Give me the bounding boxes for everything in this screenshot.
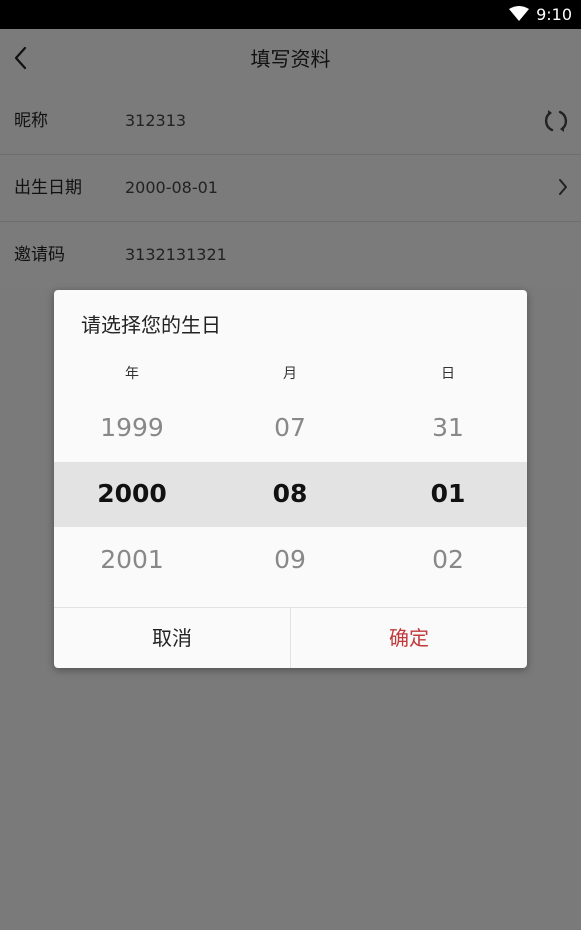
- invite-code-row[interactable]: 邀请码 3132131321: [0, 222, 581, 289]
- birthdate-label: 出生日期: [14, 178, 82, 198]
- profile-form: 昵称 312313 出生日期 2000-08-01 邀请码 3132131321: [0, 88, 581, 289]
- chevron-right-icon: [559, 179, 567, 195]
- status-bar: 9:10: [0, 0, 581, 29]
- day-option-next[interactable]: 02: [388, 545, 508, 575]
- birthdate-row[interactable]: 出生日期 2000-08-01: [0, 155, 581, 222]
- confirm-button[interactable]: 确定: [291, 608, 527, 668]
- wifi-icon: [509, 6, 529, 21]
- nickname-row[interactable]: 昵称 312313: [0, 88, 581, 155]
- month-option-selected[interactable]: 08: [230, 479, 350, 509]
- cancel-button[interactable]: 取消: [54, 608, 290, 668]
- day-column-header: 日: [441, 366, 455, 382]
- year-option-selected[interactable]: 2000: [72, 479, 192, 509]
- app-bar: 填写资料: [0, 29, 581, 88]
- month-column-header: 月: [283, 366, 297, 382]
- page-title: 填写资料: [250, 47, 331, 71]
- month-option-next[interactable]: 09: [230, 545, 350, 575]
- nickname-label: 昵称: [14, 111, 48, 131]
- month-option-prev[interactable]: 07: [230, 413, 350, 443]
- day-option-selected[interactable]: 01: [388, 479, 508, 509]
- birthdate-value: 2000-08-01: [125, 178, 218, 197]
- year-column-header: 年: [125, 366, 139, 382]
- year-option-next[interactable]: 2001: [72, 545, 192, 575]
- refresh-icon[interactable]: [543, 108, 569, 134]
- invite-code-label: 邀请码: [14, 245, 65, 265]
- status-time: 9:10: [536, 5, 572, 24]
- dialog-title: 请选择您的生日: [81, 313, 221, 337]
- birthday-picker-dialog: 请选择您的生日 年 月 日 1999 2000 2001 07 08 09 31…: [54, 290, 527, 668]
- day-option-prev[interactable]: 31: [388, 413, 508, 443]
- nickname-value: 312313: [125, 111, 187, 130]
- year-option-prev[interactable]: 1999: [72, 413, 192, 443]
- invite-code-value: 3132131321: [125, 245, 227, 264]
